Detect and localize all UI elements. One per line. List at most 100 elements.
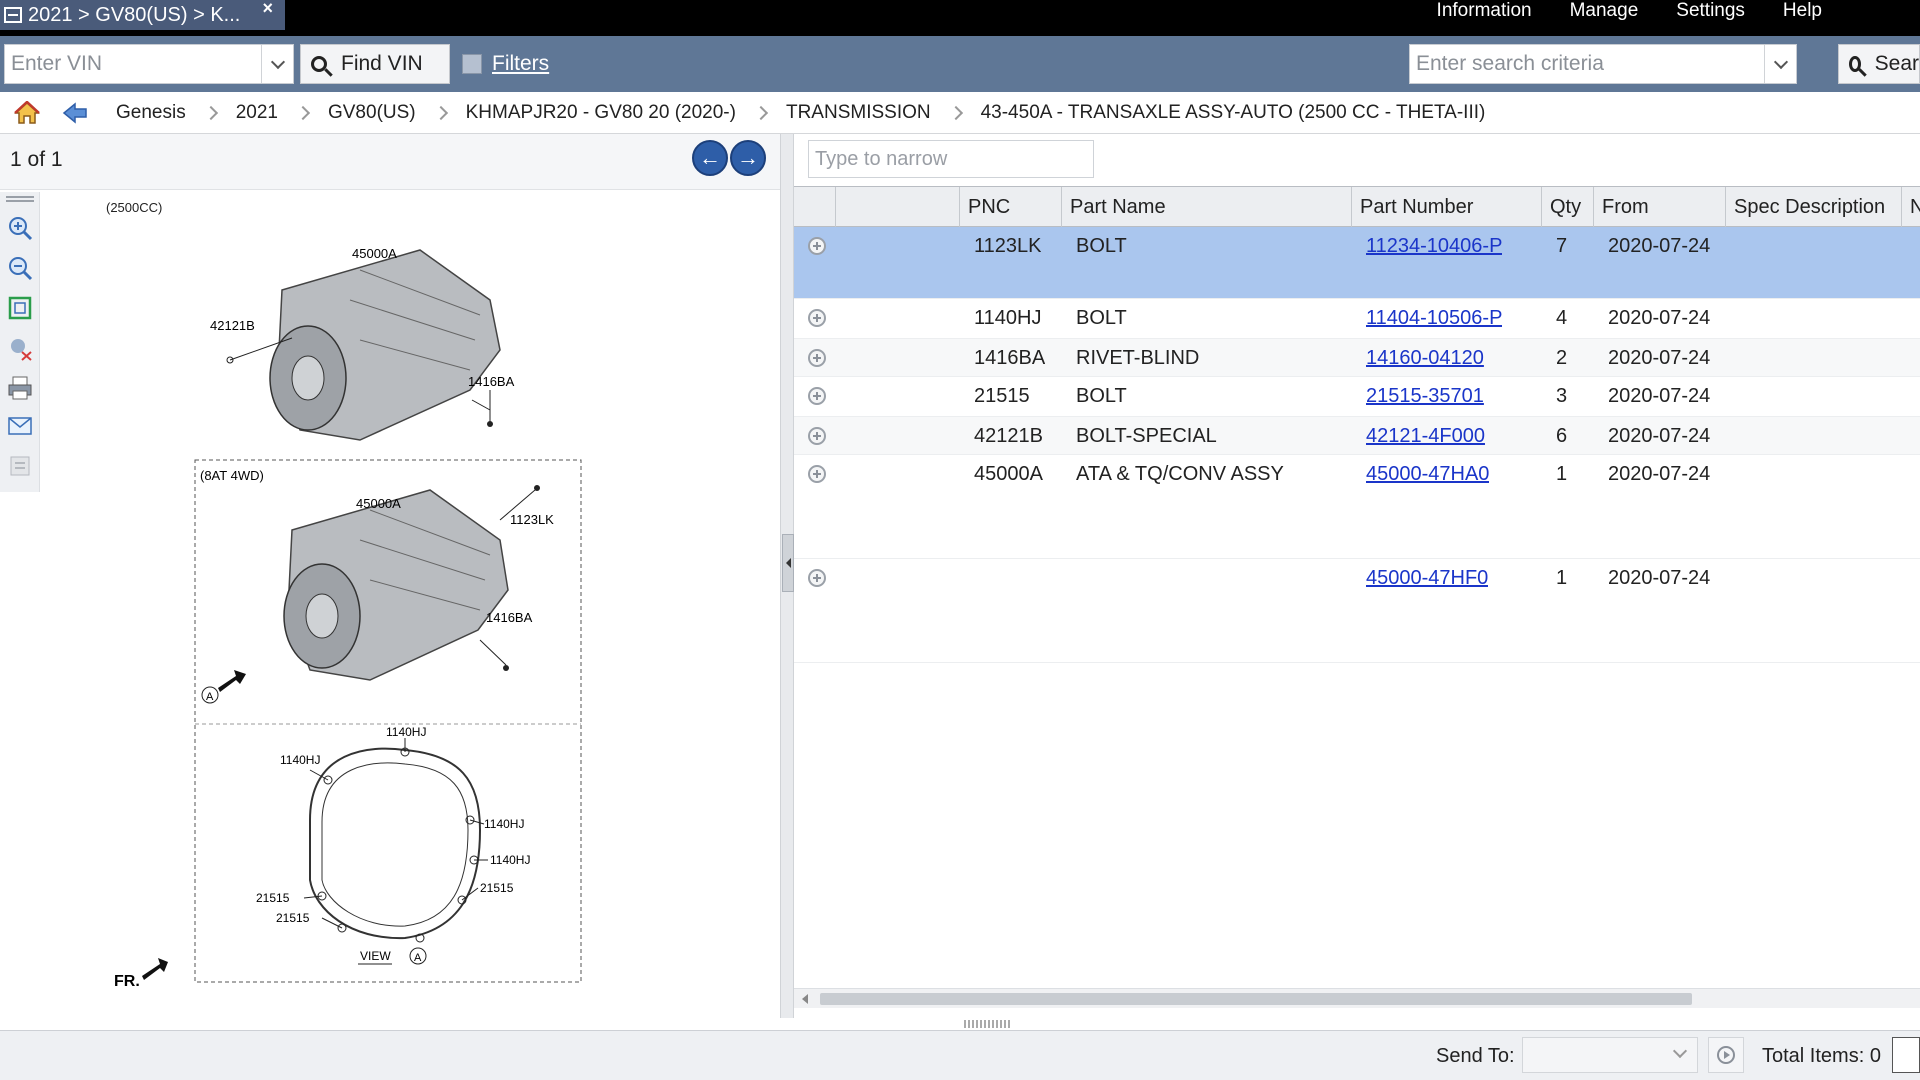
row-part-number-link[interactable]: 42121-4F000 [1366,425,1485,448]
scrollbar-thumb[interactable] [820,993,1692,1005]
menu-settings[interactable]: Settings [1676,0,1745,22]
vin-combobox[interactable] [4,44,294,84]
zoom-out-icon[interactable] [6,254,34,282]
row-part-number-link[interactable]: 11404-10506-P [1366,307,1502,330]
callout-21515-3[interactable]: 21515 [276,911,310,925]
col-qty[interactable]: Qty [1542,187,1594,227]
tab-close-icon[interactable]: × [262,0,273,19]
vin-dropdown-button[interactable] [261,45,293,83]
callout-1123lk[interactable]: 1123LK [510,512,554,527]
expand-row-icon[interactable] [808,309,826,327]
fit-to-window-icon[interactable] [6,294,34,322]
filters-toggle[interactable]: Filters [462,44,549,84]
crumb-make[interactable]: Genesis [108,102,194,124]
next-page-button[interactable]: → [730,140,766,176]
table-row[interactable]: 1140HJ BOLT 11404-10506-P 4 2020-07-24 [794,299,1920,339]
menu-manage[interactable]: Manage [1570,0,1639,22]
crumb-model[interactable]: GV80(US) [320,102,424,124]
table-row[interactable]: 45000-47HF0 1 2020-07-24 [794,559,1920,663]
narrow-filter-input[interactable] [809,141,1089,177]
col-spec-description[interactable]: Spec Description [1726,187,1902,227]
expand-row-icon[interactable] [808,237,826,255]
col-notes[interactable]: N [1902,187,1920,227]
collapse-panel-handle[interactable] [782,534,794,592]
col-blank [836,187,960,227]
crumb-year[interactable]: 2021 [228,102,286,124]
callout-1140hj-2[interactable]: 1140HJ [280,753,320,767]
col-part-name[interactable]: Part Name [1062,187,1352,227]
search-combobox[interactable] [1409,44,1797,84]
row-part-number-link[interactable]: 45000-47HA0 [1366,463,1489,486]
expand-row-icon[interactable] [808,349,826,367]
back-arrow-icon[interactable] [62,101,88,125]
menu-information[interactable]: Information [1437,0,1532,22]
drag-handle-icon[interactable] [6,194,34,206]
expand-row-icon[interactable] [808,465,826,483]
expand-row-icon[interactable] [808,387,826,405]
search-input[interactable] [1410,45,1760,83]
callout-21515-2[interactable]: 21515 [256,891,290,905]
search-button[interactable]: Sear [1838,44,1920,84]
table-row[interactable]: 21515 BOLT 21515-35701 3 2020-07-24 [794,377,1920,417]
callout-42121b[interactable]: 42121B [210,318,255,333]
search-dropdown-button[interactable] [1764,45,1796,83]
horizontal-scrollbar[interactable] [794,988,1920,1008]
callout-1416ba-box[interactable]: 1416BA [486,610,533,625]
row-part-number-link[interactable]: 21515-35701 [1366,385,1484,408]
callout-1140hj-4[interactable]: 1140HJ [490,853,530,867]
crumb-group[interactable]: TRANSMISSION [778,102,939,124]
resize-grip-handle[interactable] [964,1020,1012,1028]
clear-zoom-icon[interactable] [6,334,34,362]
illustration-label-variant: (8AT 4WD) [200,468,264,483]
row-part-name: BOLT [1076,307,1127,329]
illustration-tools [0,192,40,492]
zoom-in-icon[interactable] [6,214,34,242]
callout-21515-1[interactable]: 21515 [480,881,514,895]
vin-input[interactable] [5,46,260,82]
callout-45000a-box[interactable]: 45000A [356,496,401,511]
tab-window-icon [4,7,22,23]
send-go-button[interactable] [1708,1037,1744,1073]
panel-splitter[interactable] [780,134,794,1018]
col-part-number[interactable]: Part Number [1352,187,1542,227]
menu-help[interactable]: Help [1783,0,1822,22]
find-vin-button[interactable]: Find VIN [300,44,450,84]
expand-row-icon[interactable] [808,569,826,587]
crumb-catalog[interactable]: KHMAPJR20 - GV80 20 (2020-) [458,102,744,124]
row-part-name: RIVET-BLIND [1076,347,1200,369]
col-from[interactable]: From [1594,187,1726,227]
parts-illustration[interactable]: (2500CC) 45000A 42121B 1416BA (8AT 4WD) [60,190,760,1018]
document-tab[interactable]: 2021 > GV80(US) > K... × [0,0,285,30]
status-bar: Send To: Total Items: 0 [0,1030,1920,1080]
callout-1416ba[interactable]: 1416BA [468,374,515,389]
transmission-illustration-top [269,249,501,441]
export-icon[interactable] [6,452,34,480]
filters-link[interactable]: Filters [492,52,549,76]
table-row[interactable]: 1416BA RIVET-BLIND 14160-04120 2 2020-07… [794,339,1920,377]
row-pnc: 1416BA [974,347,1046,369]
prev-page-button[interactable]: ← [692,140,728,176]
row-part-number-link[interactable]: 11234-10406-P [1366,235,1502,258]
table-row[interactable]: 1123LK BOLT 11234-10406-P 7 2020-07-24 [794,227,1920,299]
narrow-filter-box[interactable] [808,140,1094,178]
table-row[interactable]: 45000A ATA & TQ/CONV ASSY 45000-47HA0 1 … [794,455,1920,559]
row-part-number-link[interactable]: 45000-47HF0 [1366,567,1488,590]
crumb-illustration: 43-450A - TRANSAXLE ASSY-AUTO (2500 CC -… [980,101,1486,123]
callout-45000a[interactable]: 45000A [352,246,397,261]
col-pnc[interactable]: PNC [960,187,1062,227]
home-icon[interactable] [14,99,40,125]
filters-checkbox[interactable] [462,54,482,74]
window-layout-button[interactable] [1892,1037,1920,1073]
row-from: 2020-07-24 [1608,463,1711,485]
send-to-dropdown[interactable] [1522,1037,1698,1073]
row-part-name: BOLT [1076,235,1127,257]
email-icon[interactable] [6,412,34,440]
scroll-left-icon[interactable] [802,994,808,1004]
print-icon[interactable] [6,374,34,402]
search-icon [1849,56,1861,72]
row-part-number-link[interactable]: 14160-04120 [1366,347,1484,370]
table-row[interactable]: 42121B BOLT-SPECIAL 42121-4F000 6 2020-0… [794,417,1920,455]
callout-1140hj-3[interactable]: 1140HJ [484,817,524,831]
callout-1140hj-1[interactable]: 1140HJ [386,725,426,739]
expand-row-icon[interactable] [808,427,826,445]
